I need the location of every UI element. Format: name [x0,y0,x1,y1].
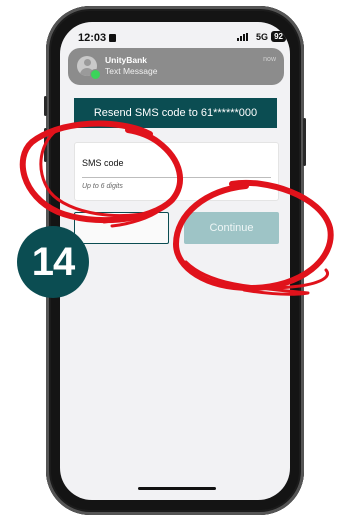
notification-time: now [263,56,276,63]
status-bar: 12:03 5G 92 [60,22,290,50]
resend-sms-button[interactable]: Resend SMS code to 61******000 [74,98,277,128]
sms-code-label: SMS code [82,158,124,168]
sms-code-input[interactable] [82,177,271,178]
sms-notification-banner[interactable]: UnityBank Text Message now [68,48,284,85]
sms-code-card: SMS code Up to 6 digits [74,142,279,201]
home-indicator [138,487,216,490]
notification-indicator-icon [109,34,117,42]
status-time-text: 12:03 [78,32,107,44]
back-button[interactable] [74,212,169,244]
phone-side-button [44,96,47,116]
phone-side-button [303,118,306,166]
sms-code-hint: Up to 6 digits [82,183,123,190]
messages-app-icon [90,69,101,80]
continue-button[interactable]: Continue [184,212,279,244]
status-time: 12:03 [78,32,117,44]
battery-icon: 92 [271,31,286,42]
step-number-badge: 14 [17,226,89,298]
phone-screen: 12:03 5G 92 UnityBank Text Message now R… [60,22,290,500]
network-type: 5G [255,32,268,42]
notification-title: UnityBank [105,55,148,65]
signal-icon [237,33,248,41]
notification-subtitle: Text Message [105,66,158,76]
phone-side-button [44,128,47,162]
